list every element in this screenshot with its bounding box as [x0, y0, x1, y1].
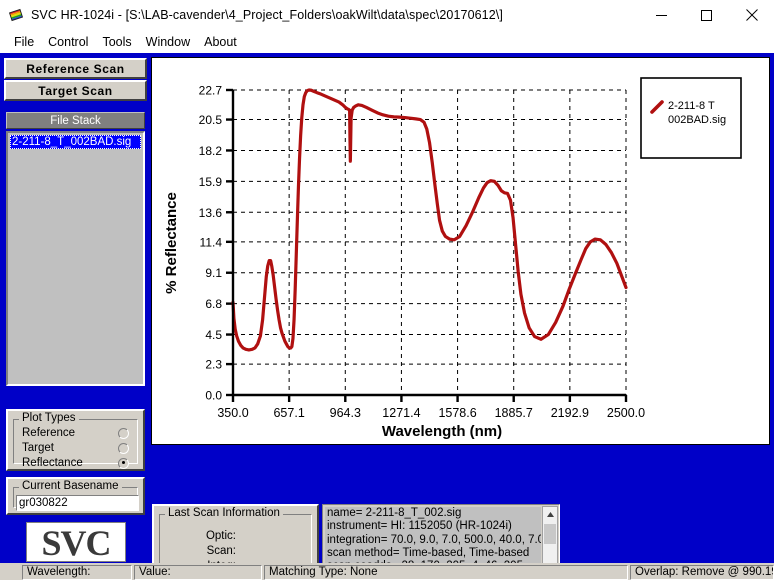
- left-control-panel: Reference Scan Target Scan File Stack 2-…: [4, 54, 147, 562]
- x-axis-label: Wavelength (nm): [382, 423, 502, 440]
- reference-scan-button[interactable]: Reference Scan: [4, 58, 147, 79]
- plot-types-group: Plot Types Reference Target Reflectance: [6, 409, 145, 471]
- scan-info-line: instrument= HI: 1152050 (HR-1024i): [327, 520, 512, 533]
- chart-legend: 2-211-8 T 002BAD.sig: [640, 77, 742, 159]
- plot-type-reference-label: Reference: [22, 427, 76, 439]
- current-basename-group: Current Basename gr030822: [6, 477, 145, 515]
- plot-type-reflectance-radio[interactable]: [118, 457, 129, 469]
- current-basename-input[interactable]: gr030822: [16, 495, 139, 511]
- legend-label-line2: 002BAD.sig: [668, 114, 726, 126]
- legend-label-line1: 2-211-8 T: [668, 100, 715, 112]
- menu-item-file[interactable]: File: [7, 33, 41, 51]
- y-axis-tick-label: 4.5: [205, 328, 222, 342]
- y-axis-tick-label: 6.8: [205, 297, 222, 311]
- minimize-button[interactable]: [639, 0, 684, 30]
- file-stack-item[interactable]: 2-211-8_T_002BAD.sig: [10, 135, 141, 149]
- y-axis-tick-label: 9.1: [205, 266, 222, 280]
- status-matching-type: Matching Type: None: [264, 564, 628, 580]
- y-axis-tick-label: 11.4: [200, 235, 223, 249]
- spectrum-chart-panel[interactable]: 0.0 2.3 4.5 6.8 9.1 11.4 13.6 15.9 18.2 20.5 22.7 …: [151, 57, 770, 445]
- y-axis-tick-label: 18.2: [199, 144, 223, 158]
- application-window: SVC HR-1024i - [S:\LAB-cavender\4_Projec…: [0, 0, 774, 580]
- menu-item-tools[interactable]: Tools: [95, 33, 138, 51]
- target-scan-button[interactable]: Target Scan: [4, 80, 147, 101]
- x-axis-tick-label: 2500.0: [607, 406, 645, 420]
- x-axis-tick-label: 657.1: [273, 406, 304, 420]
- current-basename-title: Current Basename: [19, 480, 122, 492]
- menu-item-about[interactable]: About: [197, 33, 244, 51]
- plot-type-target[interactable]: Target: [22, 440, 147, 456]
- last-scan-scan-label: Scan:: [206, 545, 236, 557]
- x-axis-tick-label: 350.0: [217, 406, 248, 420]
- scan-info-line: scan method= Time-based, Time-based: [327, 546, 530, 559]
- status-bar: Wavelength: Value: Matching Type: None O…: [0, 563, 774, 580]
- close-button[interactable]: [729, 0, 774, 30]
- x-axis-tick-label: 1271.4: [382, 406, 420, 420]
- last-scan-optic-label: Optic:: [205, 530, 236, 542]
- plot-type-reflectance-label: Reflectance: [22, 457, 83, 469]
- plot-type-target-radio[interactable]: [118, 442, 129, 454]
- x-axis-tick-label: 1578.6: [438, 406, 476, 420]
- plot-type-reference-radio[interactable]: [118, 427, 129, 439]
- scan-info-line: integration= 70.0, 9.0, 7.0, 500.0, 40.0…: [327, 533, 541, 546]
- window-title: SVC HR-1024i - [S:\LAB-cavender\4_Projec…: [31, 8, 503, 22]
- title-bar: SVC HR-1024i - [S:\LAB-cavender\4_Projec…: [0, 0, 774, 30]
- maximize-button[interactable]: [684, 0, 729, 30]
- x-axis-tick-label: 2192.9: [551, 406, 589, 420]
- plot-types-title: Plot Types: [19, 412, 79, 424]
- plot-type-reflectance[interactable]: Reflectance: [22, 455, 147, 471]
- y-axis-tick-label: 20.5: [199, 113, 223, 127]
- y-axis-tick-label: 2.3: [205, 358, 222, 372]
- plot-type-target-label: Target: [22, 442, 54, 454]
- menu-bar: File Control Tools Window About: [0, 30, 774, 53]
- file-stack-list[interactable]: 2-211-8_T_002BAD.sig: [6, 131, 145, 386]
- menu-item-control[interactable]: Control: [41, 33, 95, 51]
- y-axis-tick-label: 15.9: [199, 175, 223, 189]
- plot-type-reference[interactable]: Reference: [22, 425, 147, 441]
- y-axis-tick-label: 0.0: [205, 389, 222, 403]
- svc-logo-text: SVC: [41, 523, 111, 562]
- file-stack-header: File Stack: [6, 112, 145, 129]
- y-axis-tick-label: 13.6: [199, 206, 223, 220]
- y-axis-tick-label: 22.7: [199, 84, 223, 98]
- status-value: Value:: [134, 564, 262, 580]
- x-axis-tick-label: 1885.7: [495, 406, 533, 420]
- svc-logo: SVC: [26, 522, 126, 562]
- x-axis-tick-label: 964.3: [330, 406, 361, 420]
- scroll-up-icon[interactable]: [543, 507, 557, 522]
- menu-item-window[interactable]: Window: [139, 33, 197, 51]
- scan-info-line: name= 2-211-8_T_002.sig: [327, 507, 462, 519]
- svc-prism-icon: [8, 7, 24, 23]
- mdi-client-area: Reference Scan Target Scan File Stack 2-…: [0, 53, 774, 580]
- status-overlap: Overlap: Remove @ 990.1900: [630, 564, 774, 580]
- y-axis-label: % Reflectance: [163, 192, 180, 294]
- vertical-scroll-thumb[interactable]: [544, 524, 556, 544]
- spectrum-plot[interactable]: 0.02.34.56.89.111.413.615.918.220.522.7 …: [152, 58, 769, 444]
- window-controls: [639, 0, 774, 30]
- status-wavelength: Wavelength:: [22, 564, 132, 580]
- last-scan-information-title: Last Scan Information: [165, 507, 283, 519]
